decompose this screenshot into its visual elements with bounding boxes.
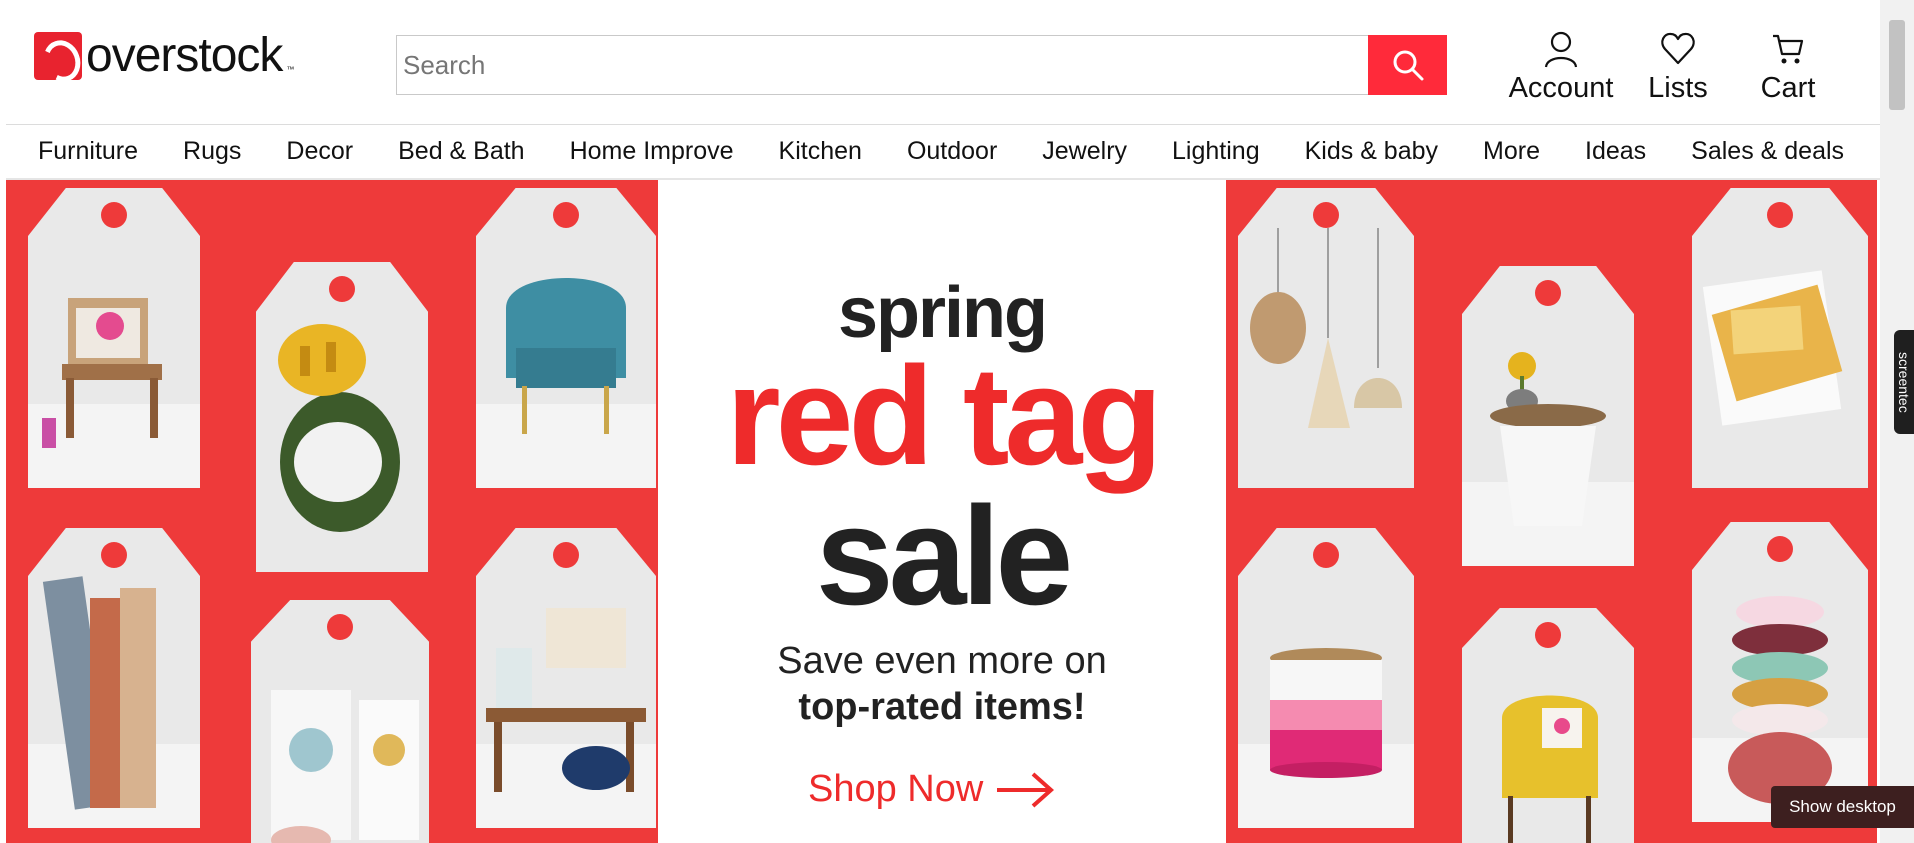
pillows-image <box>1728 596 1832 804</box>
hero-right-panel <box>1226 180 1877 843</box>
logo-mark-icon <box>34 32 82 80</box>
search-input[interactable] <box>396 35 1368 95</box>
nav-item-jewelry[interactable]: Jewelry <box>1042 137 1127 166</box>
rugs-image <box>42 576 156 810</box>
tag-pendant-lamps <box>1238 188 1414 488</box>
yellow-chair-image <box>1502 695 1598 843</box>
account-label: Account <box>1508 72 1614 104</box>
tag-pillows <box>1692 522 1868 822</box>
category-nav: Furniture Rugs Decor Bed & Bath Home Imp… <box>6 125 1880 180</box>
nav-item-furniture[interactable]: Furniture <box>38 137 138 166</box>
tag-rugs <box>28 528 200 828</box>
nav-item-lighting[interactable]: Lighting <box>1172 137 1260 166</box>
nav-item-bed-bath[interactable]: Bed & Bath <box>398 137 524 166</box>
tag-bench <box>476 528 656 828</box>
tag-garden-stools <box>256 262 428 572</box>
search-icon <box>1393 50 1423 81</box>
nav-item-kitchen[interactable]: Kitchen <box>779 137 862 166</box>
basket-stool-image <box>1270 648 1382 778</box>
overstock-logo[interactable]: overstock ™ <box>34 32 294 80</box>
arrow-right-icon <box>997 772 1055 807</box>
lists-label: Lists <box>1648 72 1708 104</box>
tag-throw-blanket <box>1692 188 1868 488</box>
tag-blue-chair <box>476 188 656 488</box>
side-table-image <box>1490 352 1606 526</box>
cart-label: Cart <box>1760 72 1816 104</box>
nav-item-decor[interactable]: Decor <box>286 137 353 166</box>
hero-red-tag: red tag <box>726 337 1163 494</box>
blue-chair-image <box>506 278 626 434</box>
logo-text: overstock <box>86 29 283 82</box>
site-header: overstock ™ Account Lists <box>0 0 1880 124</box>
nav-item-home-improve[interactable]: Home Improve <box>570 137 734 166</box>
nav-item-outdoor[interactable]: Outdoor <box>907 137 997 166</box>
account-button[interactable]: Account <box>1494 30 1628 105</box>
hero-left-panel <box>6 180 658 843</box>
nav-item-more[interactable]: More <box>1483 137 1540 166</box>
heart-icon <box>1661 32 1695 65</box>
hero-subtitle-2: top-rated items! <box>798 686 1086 728</box>
user-icon <box>1544 31 1578 68</box>
nav-item-rugs[interactable]: Rugs <box>183 137 241 166</box>
hero-copy: spring red tag sale Save even more on to… <box>658 180 1226 843</box>
wall-art-image <box>271 690 419 843</box>
tag-armchair <box>28 188 200 488</box>
lists-button[interactable]: Lists <box>1628 30 1728 105</box>
hero-subtitle-1: Save even more on <box>777 640 1107 682</box>
logo-trademark: ™ <box>286 65 295 74</box>
shop-now-link[interactable]: Shop Now <box>808 768 1055 811</box>
throw-blanket-image <box>1702 270 1843 426</box>
nav-item-ideas[interactable]: Ideas <box>1585 137 1646 166</box>
cart-button[interactable]: Cart <box>1738 30 1838 105</box>
armchair-image <box>42 298 162 448</box>
tag-side-table <box>1462 266 1634 566</box>
show-desktop-button[interactable]: Show desktop <box>1771 786 1914 828</box>
search-button[interactable] <box>1368 35 1447 95</box>
cart-icon <box>1773 34 1804 64</box>
nav-item-sales-deals[interactable]: Sales & deals <box>1691 137 1844 166</box>
tag-wall-art <box>251 600 429 843</box>
garden-stools-image <box>278 324 400 532</box>
header-actions: Account Lists Cart <box>1480 30 1838 105</box>
scrollbar-thumb[interactable] <box>1889 20 1905 110</box>
hero-banner[interactable]: spring red tag sale Save even more on to… <box>6 180 1877 843</box>
hero-sale: sale <box>815 477 1073 634</box>
screentec-badge[interactable]: screentec <box>1894 330 1914 434</box>
nav-item-kids-baby[interactable]: Kids & baby <box>1305 137 1438 166</box>
search-bar <box>396 35 1447 95</box>
tag-yellow-chair <box>1462 608 1634 843</box>
shop-now-label: Shop Now <box>808 768 984 810</box>
pendant-lamps-image <box>1250 228 1402 428</box>
tag-basket-stool <box>1238 528 1414 828</box>
bench-image <box>486 608 646 792</box>
